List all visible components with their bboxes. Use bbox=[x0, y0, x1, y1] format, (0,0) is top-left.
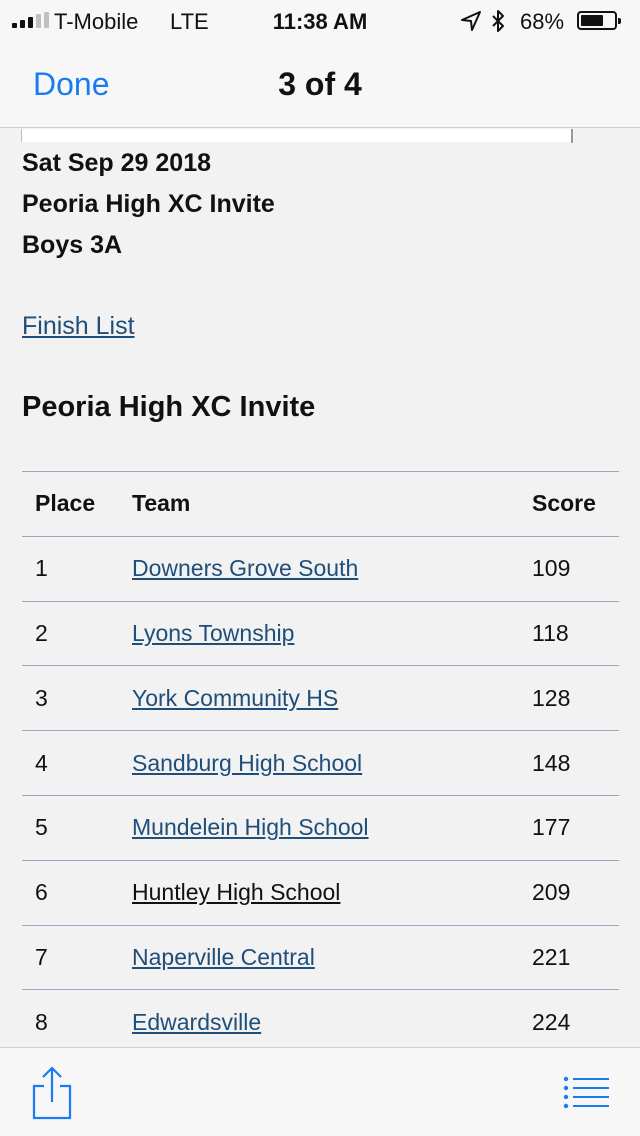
place-cell: 6 bbox=[22, 859, 132, 926]
column-header-score: Score bbox=[532, 471, 619, 537]
table-row: 6 Huntley High School 209 bbox=[22, 859, 619, 926]
score-cell: 224 bbox=[532, 989, 619, 1047]
place-cell: 3 bbox=[22, 665, 132, 731]
bottom-toolbar bbox=[0, 1047, 640, 1136]
document-view[interactable]: Sat Sep 29 2018 Peoria High XC Invite Bo… bbox=[0, 129, 640, 1047]
place-cell: 1 bbox=[22, 535, 132, 602]
score-cell: 118 bbox=[532, 600, 619, 666]
team-link[interactable]: Edwardsville bbox=[132, 1009, 261, 1035]
page-counter: 3 of 4 bbox=[278, 66, 362, 102]
team-link[interactable]: Lyons Township bbox=[132, 620, 294, 646]
battery-percentage: 68% bbox=[520, 9, 565, 34]
table-row: 1 Downers Grove South 109 bbox=[22, 535, 619, 602]
place-cell: 2 bbox=[22, 600, 132, 666]
battery-fill bbox=[581, 15, 603, 26]
team-results-table: Place Team Score 1 Downers Grove South 1… bbox=[22, 471, 619, 1047]
table-row: 8 Edwardsville 224 bbox=[22, 989, 619, 1047]
team-link[interactable]: Downers Grove South bbox=[132, 555, 358, 581]
navigation-bar: Done 3 of 4 bbox=[0, 40, 640, 128]
division: Boys 3A bbox=[22, 231, 123, 259]
battery-icon bbox=[577, 11, 621, 30]
team-link[interactable]: Mundelein High School bbox=[132, 814, 369, 840]
column-header-team: Team bbox=[132, 471, 532, 537]
table-header-row: Place Team Score bbox=[22, 471, 619, 537]
finish-list-link[interactable]: Finish List bbox=[22, 312, 135, 341]
meet-name: Peoria High XC Invite bbox=[22, 190, 275, 218]
score-cell: 221 bbox=[532, 924, 619, 990]
table-row: 3 York Community HS 128 bbox=[22, 665, 619, 731]
list-icon[interactable] bbox=[562, 1076, 610, 1108]
score-cell: 109 bbox=[532, 535, 619, 602]
team-link[interactable]: Naperville Central bbox=[132, 944, 315, 970]
meet-date: Sat Sep 29 2018 bbox=[22, 149, 212, 177]
table-row: 4 Sandburg High School 148 bbox=[22, 730, 619, 796]
column-header-place: Place bbox=[22, 471, 132, 537]
table-row: 5 Mundelein High School 177 bbox=[22, 794, 619, 861]
score-cell: 209 bbox=[532, 859, 619, 926]
place-cell: 7 bbox=[22, 924, 132, 990]
place-cell: 8 bbox=[22, 989, 132, 1047]
bluetooth-icon bbox=[492, 10, 504, 32]
previous-page-edge bbox=[0, 129, 640, 143]
score-cell: 177 bbox=[532, 794, 619, 861]
table-row: 2 Lyons Township 118 bbox=[22, 600, 619, 666]
section-title: Peoria High XC Invite bbox=[22, 391, 316, 423]
team-link[interactable]: York Community HS bbox=[132, 685, 338, 711]
score-cell: 128 bbox=[532, 665, 619, 731]
location-arrow-icon bbox=[461, 11, 481, 31]
table-row: 7 Naperville Central 221 bbox=[22, 924, 619, 990]
team-link[interactable]: Huntley High School bbox=[132, 879, 340, 905]
team-link[interactable]: Sandburg High School bbox=[132, 750, 362, 776]
status-bar: T-Mobile LTE 11:38 AM 68% bbox=[0, 0, 640, 40]
place-cell: 4 bbox=[22, 730, 132, 796]
place-cell: 5 bbox=[22, 794, 132, 861]
score-cell: 148 bbox=[532, 730, 619, 796]
share-icon[interactable] bbox=[30, 1066, 74, 1120]
